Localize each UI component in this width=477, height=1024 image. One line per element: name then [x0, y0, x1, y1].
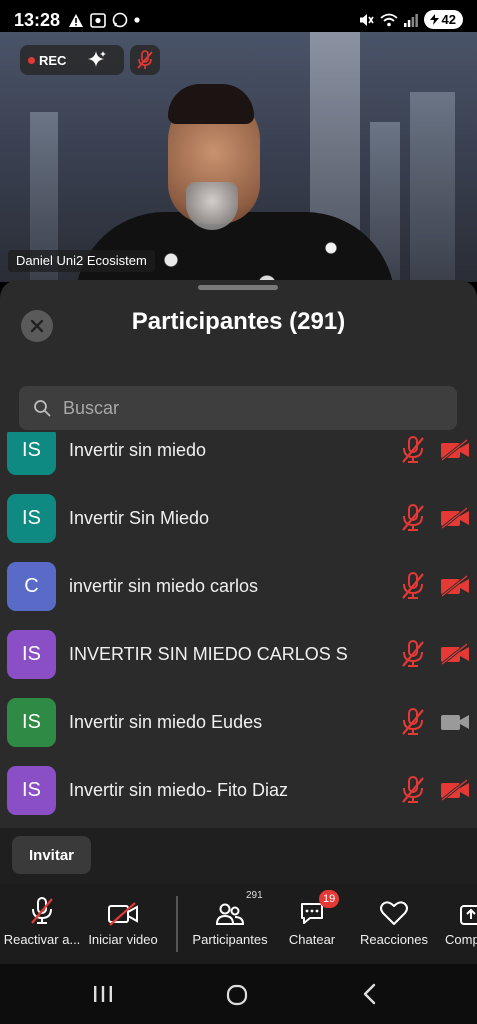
record-dot-icon [28, 56, 35, 64]
participant-name: invertir sin miedo carlos [69, 575, 259, 596]
speaker-muted-indicator [130, 45, 160, 75]
screen-record-icon [90, 12, 106, 28]
video-on-icon[interactable] [440, 711, 470, 733]
invite-area: Invitar [0, 828, 477, 884]
reactions-label: Reacciones [360, 932, 428, 947]
recording-indicator[interactable]: REC [20, 45, 124, 75]
start-video-label: Iniciar video [88, 932, 158, 947]
city-building [410, 92, 455, 282]
mic-muted-icon[interactable] [400, 503, 426, 533]
mic-muted-icon[interactable] [400, 435, 426, 465]
panel-title: Participantes (291) [131, 308, 346, 335]
participants-label: Participantes [192, 932, 268, 947]
meeting-toolbar: Reactivar a... Iniciar video 291 Partici… [0, 884, 477, 964]
search-icon [34, 400, 51, 417]
participant-row[interactable]: C invertir sin miedo carlos [0, 552, 477, 620]
search-input[interactable] [63, 397, 423, 419]
mic-muted-icon [31, 897, 53, 924]
speaker-name-label: Daniel Uni2 Ecosistem [8, 250, 155, 272]
unmute-label: Reactivar a... [3, 932, 81, 947]
recent-apps-icon[interactable] [92, 984, 114, 1004]
video-off-icon[interactable] [440, 439, 470, 461]
avatar: IS [7, 432, 56, 475]
mute-icon [359, 13, 374, 26]
invite-button[interactable]: Invitar [12, 836, 92, 874]
speaker-hair [168, 84, 254, 124]
participant-row[interactable]: IS INVERTIR SIN MIEDO CARLOS S [0, 620, 477, 688]
warning-icon [69, 13, 83, 27]
mic-muted-icon [137, 50, 153, 69]
participant-name: Invertir Sin Miedo [69, 507, 210, 528]
video-off-icon[interactable] [440, 643, 470, 665]
battery-icon: 42 [423, 10, 463, 29]
mic-muted-icon[interactable] [400, 571, 426, 601]
video-off-icon [108, 902, 138, 926]
share-label: Comp [445, 932, 477, 947]
start-video-button[interactable]: Iniciar video [81, 894, 165, 947]
home-icon[interactable] [226, 984, 248, 1006]
signal-icon [403, 13, 418, 27]
participants-count: 291 [246, 890, 263, 901]
video-off-icon[interactable] [440, 507, 470, 529]
participants-icon [216, 903, 244, 925]
participant-row[interactable]: IS Invertir sin miedo- Fito Diaz [0, 756, 477, 824]
back-icon[interactable] [362, 983, 378, 1005]
avatar: IS [7, 629, 56, 679]
participant-name: Invertir sin miedo [69, 439, 207, 460]
avatar: IS [7, 765, 56, 815]
participant-row[interactable]: IS Invertir sin miedo [0, 432, 477, 484]
mic-muted-icon[interactable] [400, 639, 426, 669]
status-right-icons: 42 [358, 10, 463, 29]
battery-level: 42 [441, 12, 456, 27]
participant-name: Invertir sin miedo- Fito Diaz [69, 779, 289, 800]
participant-list[interactable]: IS Invertir sin miedo IS Invertir Sin Mi… [0, 432, 477, 828]
heart-icon [380, 901, 408, 925]
whatsapp-icon [112, 12, 128, 28]
ai-sparkle-icon[interactable] [86, 49, 108, 71]
dot-icon [134, 17, 140, 23]
share-button[interactable]: Comp [433, 894, 477, 947]
participant-row[interactable]: IS Invertir sin miedo Eudes [0, 688, 477, 756]
avatar: IS [7, 493, 56, 543]
unmute-button[interactable]: Reactivar a... [0, 894, 84, 947]
participants-button[interactable]: 291 Participantes [188, 890, 272, 947]
chat-label: Chatear [288, 932, 336, 947]
reactions-button[interactable]: Reacciones [352, 894, 436, 947]
avatar: C [7, 561, 56, 611]
participant-name: Invertir sin miedo Eudes [69, 711, 263, 732]
participant-name: INVERTIR SIN MIEDO CARLOS S [69, 643, 348, 664]
mic-muted-icon[interactable] [400, 707, 426, 737]
avatar: IS [7, 697, 56, 747]
chat-button[interactable]: 19 Chatear [270, 890, 354, 947]
share-screen-icon [460, 905, 477, 925]
search-bar[interactable] [19, 386, 457, 430]
system-nav-bar [0, 964, 477, 1024]
chat-unread-badge: 19 [319, 890, 340, 908]
wifi-icon [379, 13, 398, 26]
video-off-icon[interactable] [440, 575, 470, 597]
toolbar-divider [176, 896, 178, 952]
participants-sheet: Participantes (291) IS Invertir sin mied… [0, 280, 477, 884]
status-time: 13:28 [14, 10, 61, 30]
status-left-icons [68, 12, 140, 28]
mic-muted-icon[interactable] [400, 775, 426, 805]
sheet-drag-handle[interactable] [198, 285, 278, 290]
rec-label: REC [39, 52, 67, 68]
participant-row[interactable]: IS Invertir Sin Miedo [0, 484, 477, 552]
video-off-icon[interactable] [440, 779, 470, 801]
